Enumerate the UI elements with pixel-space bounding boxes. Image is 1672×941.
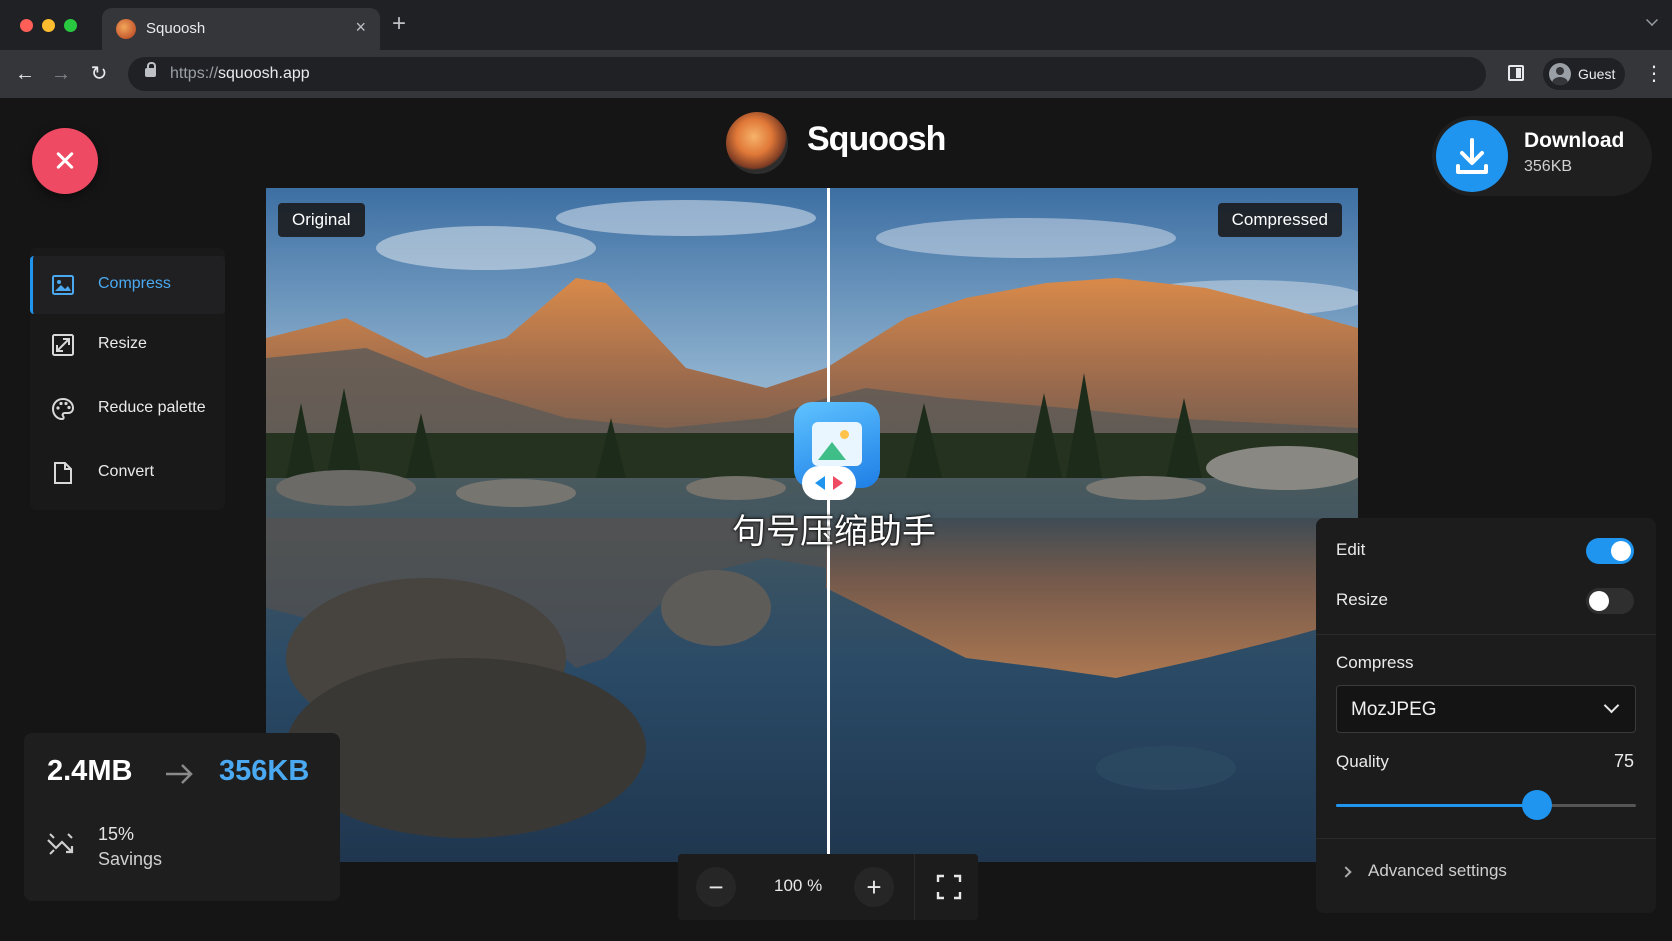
squoosh-favicon-icon bbox=[116, 19, 136, 39]
fullscreen-icon[interactable] bbox=[936, 874, 962, 900]
sidebar-item-label: Resize bbox=[98, 335, 147, 352]
tab-search-chevron-icon[interactable] bbox=[1646, 14, 1658, 26]
sidebar-item-label: Convert bbox=[98, 463, 155, 480]
quality-slider-thumb[interactable] bbox=[1522, 790, 1552, 820]
browser-toolbar: ← → ↻ https://squoosh.app Guest ⋮ bbox=[0, 50, 1672, 98]
zoom-in-button[interactable]: + bbox=[854, 867, 894, 907]
browser-tab-strip: Squoosh × + bbox=[0, 0, 1672, 50]
download-icon bbox=[1436, 120, 1508, 192]
resize-toggle[interactable] bbox=[1586, 588, 1634, 614]
file-icon bbox=[54, 462, 72, 484]
image-icon bbox=[52, 275, 74, 295]
image-comparison-viewer[interactable]: Original Compressed 句号压缩助手 bbox=[266, 188, 1358, 862]
chevron-right-icon[interactable] bbox=[1340, 866, 1352, 878]
sidebar-item-reduce-palette[interactable]: Reduce palette bbox=[30, 380, 225, 438]
window-close-button[interactable] bbox=[20, 19, 33, 32]
edit-toggle-knob bbox=[1611, 541, 1631, 561]
sidebar-item-compress[interactable]: Compress bbox=[30, 256, 225, 314]
reload-button[interactable]: ↻ bbox=[86, 61, 112, 87]
profile-button[interactable]: Guest bbox=[1543, 58, 1625, 90]
compress-label: Compress bbox=[1336, 653, 1414, 672]
palette-icon bbox=[52, 398, 74, 420]
tab-close-icon[interactable]: × bbox=[355, 17, 366, 38]
browser-tab[interactable]: Squoosh × bbox=[102, 8, 380, 50]
arrow-right-icon bbox=[166, 764, 193, 784]
download-label: Download bbox=[1524, 129, 1625, 152]
quality-slider-fill bbox=[1336, 804, 1537, 807]
url-host: squoosh.app bbox=[218, 65, 310, 82]
back-button[interactable]: ← bbox=[12, 61, 38, 87]
resize-toggle-knob bbox=[1589, 591, 1609, 611]
savings-label: Savings bbox=[98, 849, 163, 869]
url-text[interactable]: https://squoosh.app bbox=[170, 65, 310, 83]
edit-label: Edit bbox=[1336, 540, 1366, 559]
url-scheme: https:// bbox=[170, 65, 219, 82]
lock-icon[interactable] bbox=[145, 62, 156, 77]
download-size: 356KB bbox=[1524, 158, 1573, 175]
profile-label: Guest bbox=[1578, 66, 1616, 82]
sidebar-item-convert[interactable]: Convert bbox=[30, 444, 225, 502]
codec-select[interactable]: MozJPEG bbox=[1336, 685, 1636, 733]
advanced-settings-toggle[interactable]: Advanced settings bbox=[1368, 861, 1507, 881]
sidebar-item-label: Compress bbox=[98, 275, 171, 292]
size-stats-card: 2.4MB 356KB 15% Savings bbox=[24, 733, 340, 901]
forward-button[interactable]: → bbox=[48, 61, 74, 87]
watermark-text: 句号压缩助手 bbox=[732, 512, 936, 552]
codec-value: MozJPEG bbox=[1351, 699, 1437, 720]
window-minimize-button[interactable] bbox=[42, 19, 55, 32]
sidebar-item-resize[interactable]: Resize bbox=[30, 316, 225, 374]
download-button[interactable]: Download 356KB bbox=[1432, 116, 1652, 196]
panel-divider bbox=[1316, 634, 1656, 635]
original-label: Original bbox=[278, 203, 365, 237]
compressed-label: Compressed bbox=[1217, 203, 1342, 237]
quality-value: 75 bbox=[1613, 751, 1634, 771]
zoom-controls: − 100 % + bbox=[678, 854, 978, 920]
right-arrow-icon bbox=[833, 476, 843, 490]
side-panel-icon[interactable] bbox=[1508, 65, 1524, 81]
browser-menu-icon[interactable]: ⋮ bbox=[1644, 62, 1664, 86]
tab-title: Squoosh bbox=[146, 20, 206, 37]
savings-percent: 15% bbox=[98, 824, 135, 844]
chevron-down-icon bbox=[1603, 697, 1620, 714]
squoosh-logo-icon bbox=[726, 112, 788, 174]
squoosh-app: Squoosh Download 356KB Original Compress… bbox=[0, 98, 1672, 941]
settings-panel: Edit Resize Compress MozJPEG Quality 75 … bbox=[1316, 518, 1656, 913]
window-zoom-button[interactable] bbox=[64, 19, 77, 32]
zoom-divider bbox=[914, 854, 915, 920]
zoom-level[interactable]: 100 % bbox=[774, 876, 822, 896]
original-size: 2.4MB bbox=[47, 755, 133, 787]
edit-tools-menu: Compress Resize Reduce palette Convert bbox=[30, 248, 225, 510]
quality-label: Quality bbox=[1336, 752, 1389, 771]
quality-slider[interactable] bbox=[1336, 790, 1636, 820]
savings-icon bbox=[47, 833, 74, 855]
left-arrow-icon bbox=[815, 476, 825, 490]
edit-toggle[interactable] bbox=[1586, 538, 1634, 564]
address-bar[interactable]: https://squoosh.app bbox=[128, 57, 1486, 91]
compressed-size: 356KB bbox=[219, 755, 310, 787]
resize-label: Resize bbox=[1336, 590, 1388, 609]
new-tab-button[interactable]: + bbox=[392, 12, 406, 36]
zoom-out-button[interactable]: − bbox=[696, 867, 736, 907]
panel-divider bbox=[1316, 838, 1656, 839]
close-image-button[interactable] bbox=[32, 128, 98, 194]
sidebar-item-label: Reduce palette bbox=[98, 399, 206, 416]
brand-name: Squoosh bbox=[807, 120, 946, 158]
divider-drag-handle[interactable] bbox=[802, 466, 856, 500]
watermark-image-icon bbox=[812, 422, 862, 466]
resize-icon bbox=[52, 334, 74, 356]
avatar-icon bbox=[1549, 63, 1571, 85]
